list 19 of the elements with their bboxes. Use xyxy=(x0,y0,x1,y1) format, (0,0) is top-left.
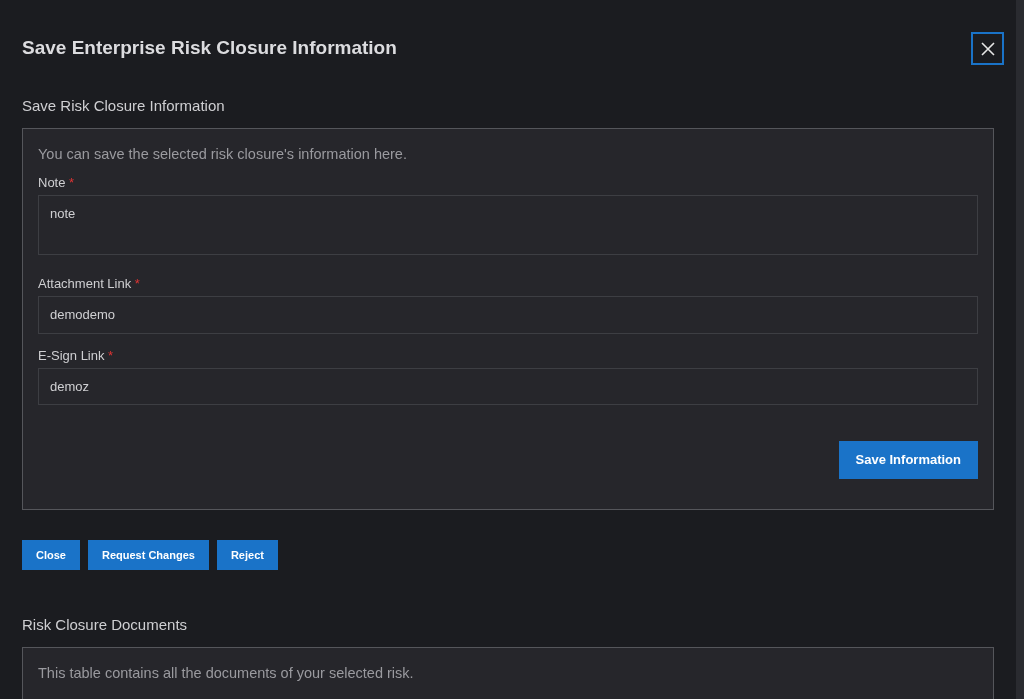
section-heading: Risk Closure Documents xyxy=(22,615,189,635)
action-button[interactable]: Request Changes xyxy=(87,539,209,570)
action-button[interactable]: Close xyxy=(22,539,80,570)
form-description: You can save the selected risk closure's information here. xyxy=(38,144,408,164)
save-information-button[interactable]: Save Information xyxy=(838,441,978,479)
section-heading: Save Risk Closure Information xyxy=(22,96,226,116)
note-field[interactable]: note xyxy=(38,195,978,256)
close-icon[interactable] xyxy=(971,32,1004,65)
text-field[interactable]: demoz xyxy=(38,367,978,405)
required-mark: * xyxy=(134,276,140,292)
required-mark: * xyxy=(108,347,114,363)
field-label: Attachment Link xyxy=(38,276,132,292)
text-field[interactable]: demodemo xyxy=(38,296,978,334)
field-label: E-Sign Link xyxy=(38,347,105,363)
field-label: Note xyxy=(38,175,66,191)
table-description: This table contains all the documents of your selected risk. xyxy=(38,663,415,683)
action-button[interactable]: Reject xyxy=(216,539,278,570)
dialog-title: Save Enterprise Risk Closure Information xyxy=(22,37,397,60)
required-mark: * xyxy=(69,175,75,191)
